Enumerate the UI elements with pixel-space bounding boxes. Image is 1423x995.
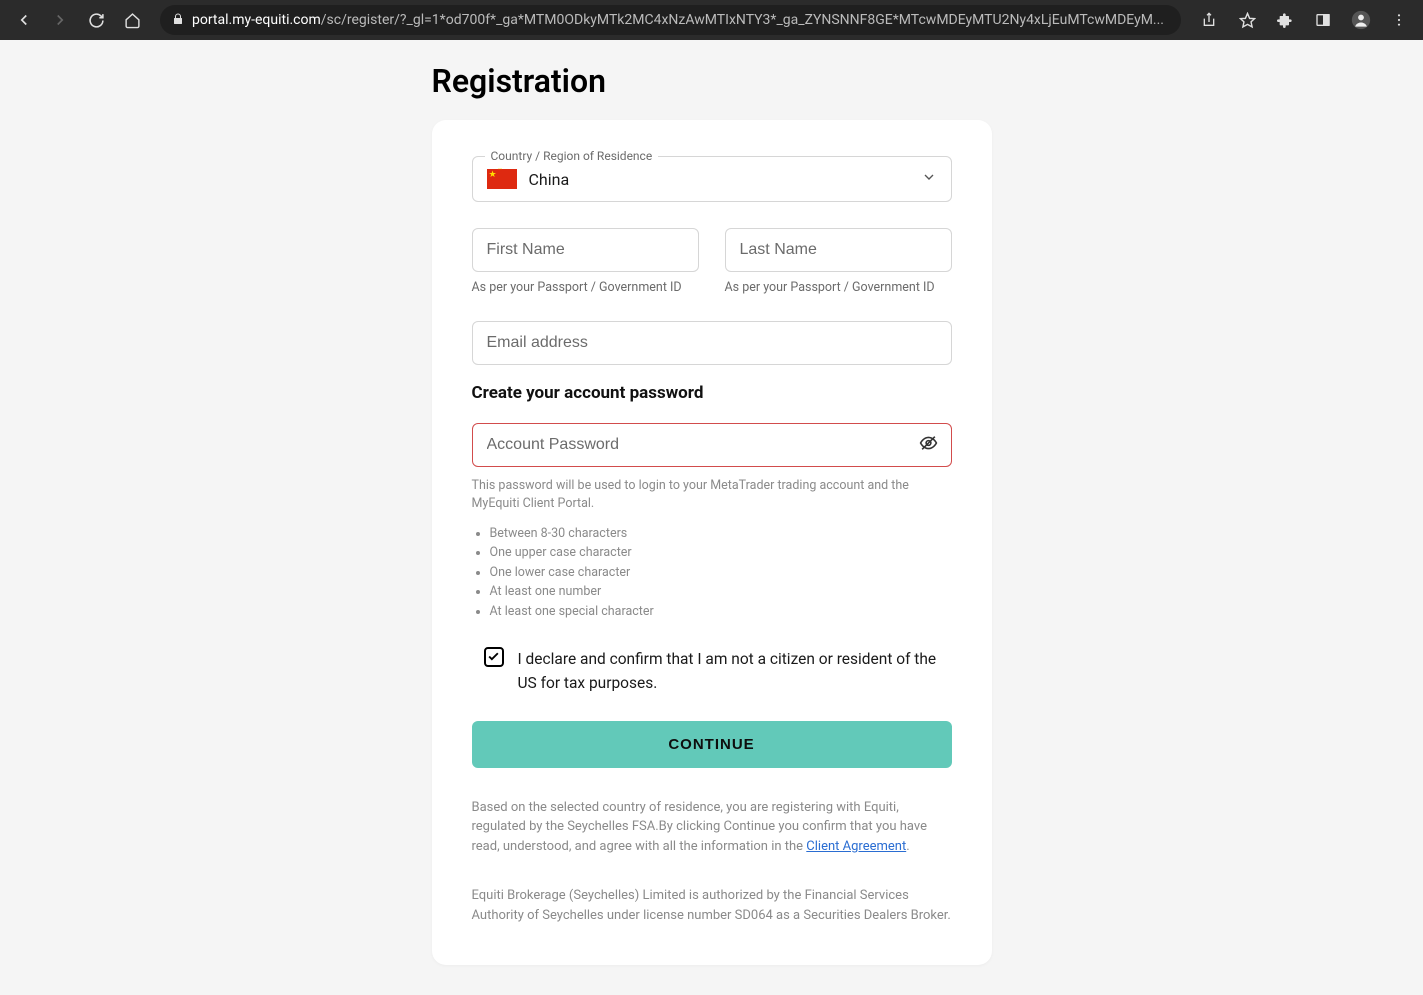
last-name-input[interactable] <box>725 228 952 272</box>
share-button[interactable] <box>1193 4 1225 36</box>
country-select[interactable]: Country / Region of Residence China <box>472 156 952 202</box>
check-icon <box>487 650 500 663</box>
country-label: Country / Region of Residence <box>485 149 659 163</box>
browser-toolbar: portal.my-equiti.com/sc/register/?_gl=1*… <box>0 0 1423 40</box>
req-item: One upper case character <box>490 543 952 562</box>
req-item: One lower case character <box>490 563 952 582</box>
req-item: At least one number <box>490 582 952 601</box>
flag-icon <box>487 169 517 189</box>
password-hint: This password will be used to login to y… <box>472 477 952 512</box>
bookmark-button[interactable] <box>1231 4 1263 36</box>
legal-agreement: Based on the selected country of residen… <box>472 798 952 857</box>
password-input[interactable] <box>472 423 952 467</box>
password-section-title: Create your account password <box>472 383 952 403</box>
first-name-hint: As per your Passport / Government ID <box>472 280 699 295</box>
toggle-password-icon[interactable] <box>919 434 938 457</box>
reload-button[interactable] <box>80 4 112 36</box>
email-input[interactable] <box>472 321 952 365</box>
lock-icon <box>172 13 184 28</box>
legal-authorization: Equiti Brokerage (Seychelles) Limited is… <box>472 886 952 925</box>
url-text: portal.my-equiti.com/sc/register/?_gl=1*… <box>192 12 1169 28</box>
chevron-down-icon <box>921 169 937 189</box>
continue-button[interactable]: CONTINUE <box>472 721 952 768</box>
address-bar[interactable]: portal.my-equiti.com/sc/register/?_gl=1*… <box>160 5 1181 35</box>
sidepanel-button[interactable] <box>1307 4 1339 36</box>
client-agreement-link[interactable]: Client Agreement <box>806 839 906 854</box>
page-title: Registration <box>432 62 992 100</box>
first-name-input[interactable] <box>472 228 699 272</box>
back-button[interactable] <box>8 4 40 36</box>
declaration-text: I declare and confirm that I am not a ci… <box>518 647 952 695</box>
req-item: Between 8-30 characters <box>490 524 952 543</box>
menu-button[interactable] <box>1383 4 1415 36</box>
registration-card: Country / Region of Residence China As p… <box>432 120 992 965</box>
country-value: China <box>529 170 570 189</box>
extensions-button[interactable] <box>1269 4 1301 36</box>
profile-button[interactable] <box>1345 4 1377 36</box>
declaration-checkbox[interactable] <box>484 647 504 667</box>
password-requirements: Between 8-30 characters One upper case c… <box>490 524 952 621</box>
req-item: At least one special character <box>490 602 952 621</box>
home-button[interactable] <box>116 4 148 36</box>
last-name-hint: As per your Passport / Government ID <box>725 280 952 295</box>
forward-button[interactable] <box>44 4 76 36</box>
